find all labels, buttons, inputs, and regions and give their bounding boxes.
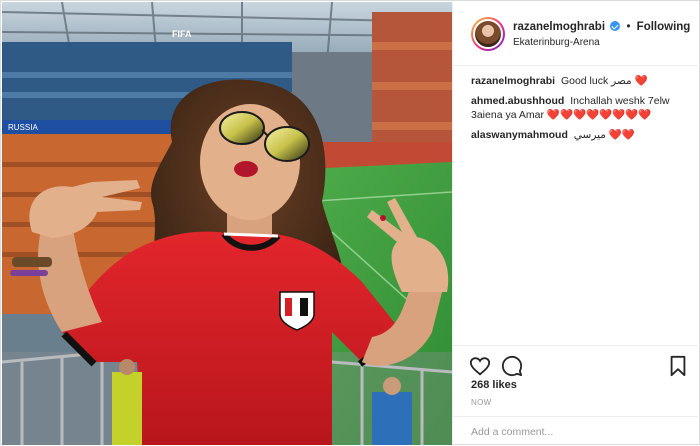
comments-list: razanelmoghrabi Good luck مصر ❤️ ahmed.a…	[471, 74, 697, 148]
comment-username[interactable]: ahmed.abushhoud	[471, 95, 564, 107]
post-image[interactable]: FIFA RUSSIA	[2, 2, 452, 445]
location-link[interactable]: Ekaterinburg-Arena	[513, 37, 600, 48]
header-user-row: razanelmoghrabi • Following	[513, 21, 690, 33]
stadium-banner: FIFA	[172, 29, 192, 39]
ad-board-text: RUSSIA	[8, 123, 38, 132]
heart-icon[interactable]	[469, 355, 491, 377]
comment-username[interactable]: razanelmoghrabi	[471, 75, 555, 87]
comment-text: Good luck مصر ❤️	[560, 75, 648, 87]
comment-item: razanelmoghrabi Good luck مصر ❤️	[471, 74, 697, 88]
comment-username[interactable]: alaswanymahmoud	[471, 129, 568, 141]
comment-item: alaswanymahmoud ميرسي ❤️❤️	[471, 128, 697, 142]
comment-item: ahmed.abushhoud Inchallah weshk 7elw 3ai…	[471, 94, 697, 122]
separator: •	[626, 21, 631, 33]
add-comment-input[interactable]	[471, 424, 681, 440]
bookmark-icon[interactable]	[667, 355, 689, 377]
avatar-image	[473, 19, 503, 49]
user-avatar[interactable]	[471, 17, 505, 51]
instagram-post: FIFA RUSSIA razanelmoghrabi • Following …	[0, 0, 700, 445]
post-photo: FIFA RUSSIA	[2, 2, 452, 445]
post-sidebar: razanelmoghrabi • Following Ekaterinburg…	[452, 2, 700, 445]
post-timestamp: NOW	[471, 398, 492, 407]
header-username[interactable]: razanelmoghrabi	[513, 21, 605, 33]
add-comment-bar	[453, 416, 700, 446]
comment-text: ميرسي ❤️❤️	[573, 129, 636, 141]
comment-icon[interactable]	[501, 355, 523, 377]
verified-badge-icon	[610, 21, 621, 31]
post-header: razanelmoghrabi • Following Ekaterinburg…	[453, 2, 700, 66]
following-button[interactable]: Following	[637, 21, 691, 33]
likes-count[interactable]: 268 likes	[471, 379, 517, 391]
